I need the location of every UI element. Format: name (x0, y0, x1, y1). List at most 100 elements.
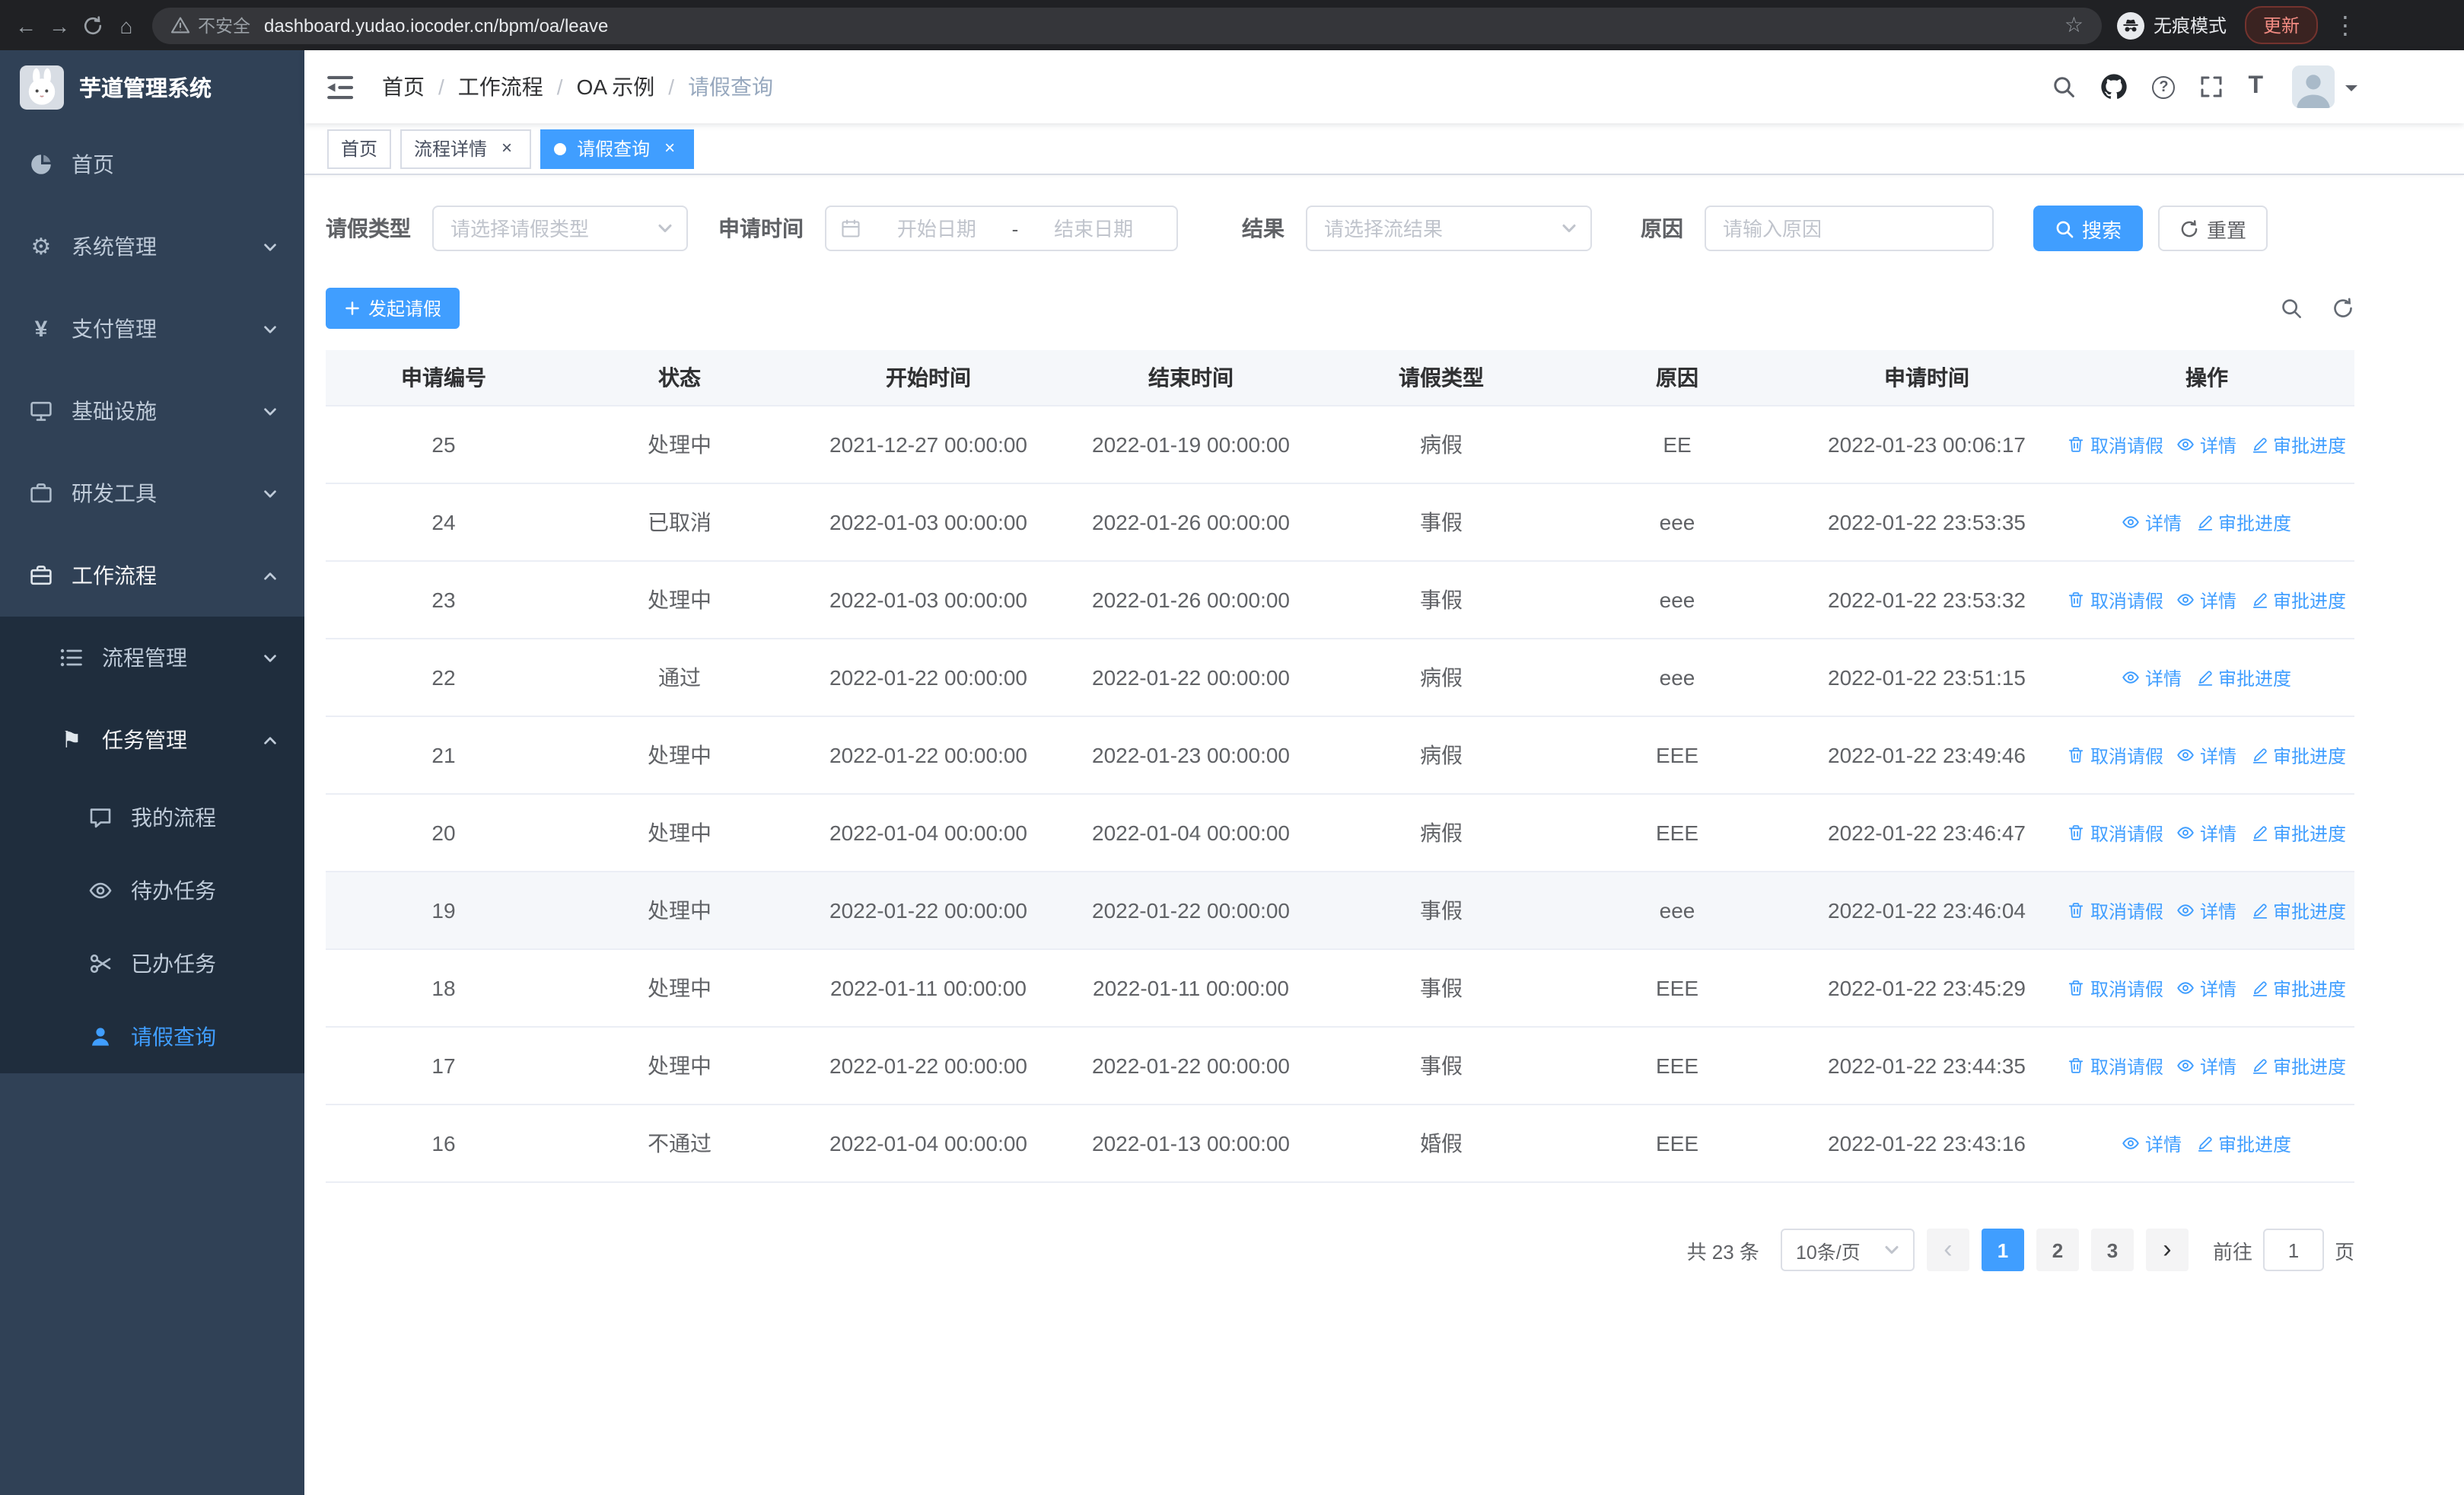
progress-button[interactable]: 审批进度 (2250, 897, 2346, 923)
sidebar-item-done-task[interactable]: 已办任务 (0, 927, 304, 1000)
page-size-select[interactable] (1780, 1229, 1915, 1271)
breadcrumb-item[interactable]: 工作流程 (458, 72, 543, 102)
tab-home[interactable]: 首页 (327, 129, 392, 168)
tab-process-detail[interactable]: 流程详情 × (400, 129, 532, 168)
tag-close-icon[interactable]: × (496, 137, 517, 159)
detail-button[interactable]: 详情 (2177, 432, 2236, 457)
security-chip[interactable]: 不安全 (170, 13, 250, 37)
detail-button[interactable]: 详情 (2122, 509, 2182, 535)
github-icon[interactable] (2100, 73, 2128, 100)
cell-end-time: 2022-01-11 00:00:00 (1059, 949, 1323, 1028)
detail-button[interactable]: 详情 (2177, 587, 2236, 613)
reset-button[interactable]: 重置 (2158, 206, 2268, 251)
edit-icon (2250, 591, 2268, 609)
bookmark-star-icon[interactable]: ☆ (2064, 12, 2084, 38)
edit-icon (2250, 435, 2268, 454)
page-button-2[interactable]: 2 (2036, 1229, 2079, 1271)
end-date-input[interactable] (1024, 217, 1163, 240)
reason-input-box[interactable] (1705, 206, 1994, 251)
sidebar-item-payment[interactable]: ¥ 支付管理 (0, 288, 304, 370)
detail-button[interactable]: 详情 (2122, 665, 2182, 690)
progress-button[interactable]: 审批进度 (2195, 1130, 2291, 1156)
address-bar[interactable]: 不安全 dashboard.yudao.iocoder.cn/bpm/oa/le… (152, 7, 2102, 43)
sidebar-item-todo-task[interactable]: 待办任务 (0, 854, 304, 927)
start-date-input[interactable] (867, 217, 1006, 240)
detail-button[interactable]: 详情 (2122, 1130, 2182, 1156)
cancel-leave-button[interactable]: 取消请假 (2068, 432, 2163, 457)
security-label: 不安全 (198, 18, 250, 36)
hamburger-icon[interactable] (327, 74, 356, 100)
cancel-leave-button[interactable]: 取消请假 (2068, 975, 2163, 1001)
page-button-3[interactable]: 3 (2090, 1229, 2134, 1271)
prev-page-button[interactable]: ‹ (1926, 1229, 1969, 1271)
sidebar-item-devtools[interactable]: 研发工具 (0, 452, 304, 534)
cell-id: 24 (326, 483, 562, 562)
breadcrumb-item[interactable]: OA 示例 (577, 72, 655, 102)
cancel-leave-button[interactable]: 取消请假 (2068, 820, 2163, 846)
sidebar-item-system[interactable]: ⚙ 系统管理 (0, 206, 304, 288)
sidebar-item-leave-query[interactable]: 请假查询 (0, 1000, 304, 1073)
page-button-1[interactable]: 1 (1981, 1229, 2024, 1271)
detail-button[interactable]: 详情 (2177, 1053, 2236, 1079)
leave-type-select[interactable] (432, 206, 688, 251)
cancel-leave-button[interactable]: 取消请假 (2068, 1053, 2163, 1079)
detail-button[interactable]: 详情 (2177, 742, 2236, 768)
breadcrumb-item[interactable]: 首页 (382, 72, 425, 102)
op-label: 取消请假 (2090, 823, 2163, 844)
goto-page-input[interactable] (2262, 1229, 2324, 1271)
next-page-button[interactable]: › (2145, 1229, 2189, 1271)
detail-button[interactable]: 详情 (2177, 975, 2236, 1001)
tab-leave-query[interactable]: 请假查询 × (540, 129, 695, 168)
cancel-leave-button[interactable]: 取消请假 (2068, 897, 2163, 923)
search-button[interactable]: 搜索 (2033, 206, 2144, 251)
detail-button[interactable]: 详情 (2177, 897, 2236, 923)
cancel-leave-button[interactable]: 取消请假 (2068, 742, 2163, 768)
result-value[interactable] (1324, 217, 1551, 240)
sidebar-item-my-process[interactable]: 我的流程 (0, 781, 304, 854)
sidebar-item-task-mgmt[interactable]: ⚑ 任务管理 (0, 699, 304, 781)
detail-button[interactable]: 详情 (2177, 820, 2236, 846)
avatar[interactable] (2292, 65, 2335, 108)
leave-type-value[interactable] (450, 217, 647, 240)
sidebar-item-infra[interactable]: 基础设施 (0, 370, 304, 452)
progress-button[interactable]: 审批进度 (2250, 975, 2346, 1001)
user-menu[interactable] (2292, 65, 2357, 108)
create-leave-button[interactable]: 发起请假 (326, 288, 460, 329)
url-text[interactable]: dashboard.yudao.iocoder.cn/bpm/oa/leave (264, 14, 2064, 36)
sidebar-item-home[interactable]: 首页 (0, 123, 304, 206)
progress-button[interactable]: 审批进度 (2250, 587, 2346, 613)
table-row: 19 处理中 2022-01-22 00:00:00 2022-01-22 00:00… (326, 872, 2354, 950)
font-size-icon[interactable]: T (2248, 74, 2263, 99)
result-select[interactable] (1306, 206, 1592, 251)
table-search-icon[interactable] (2280, 297, 2303, 320)
sidebar-item-process-mgmt[interactable]: 流程管理 (0, 617, 304, 699)
forward-icon[interactable]: → (43, 8, 76, 42)
cell-leave-type: 事假 (1323, 1027, 1560, 1105)
tag-close-icon[interactable]: × (659, 137, 680, 159)
date-range-picker[interactable]: - (825, 206, 1178, 251)
cell-apply-time: 2022-01-22 23:51:15 (1794, 639, 2059, 717)
page-size-value[interactable] (1795, 1239, 1877, 1261)
help-icon[interactable]: ? (2152, 75, 2176, 98)
reload-icon[interactable] (76, 8, 110, 42)
progress-button[interactable]: 审批进度 (2250, 820, 2346, 846)
progress-button[interactable]: 审批进度 (2250, 1053, 2346, 1079)
progress-button[interactable]: 审批进度 (2195, 509, 2291, 535)
home-icon[interactable]: ⌂ (110, 8, 143, 42)
table-refresh-icon[interactable] (2332, 297, 2354, 320)
logo[interactable]: 芋道管理系统 (0, 50, 304, 123)
fullscreen-icon[interactable] (2199, 75, 2224, 99)
back-icon[interactable]: ← (9, 8, 43, 42)
cell-leave-type: 病假 (1323, 406, 1560, 484)
browser-menu-icon[interactable]: ⋮ (2333, 10, 2357, 40)
search-button-label: 搜索 (2082, 218, 2122, 241)
progress-button[interactable]: 审批进度 (2250, 742, 2346, 768)
sidebar-item-workflow[interactable]: 工作流程 (0, 534, 304, 617)
search-icon[interactable] (2052, 75, 2076, 99)
cancel-leave-button[interactable]: 取消请假 (2068, 587, 2163, 613)
progress-button[interactable]: 审批进度 (2195, 665, 2291, 690)
progress-button[interactable]: 审批进度 (2250, 432, 2346, 457)
cell-apply-time: 2022-01-22 23:49:46 (1794, 716, 2059, 795)
reason-input[interactable] (1723, 217, 1975, 240)
chrome-update-button[interactable]: 更新 (2244, 6, 2318, 44)
